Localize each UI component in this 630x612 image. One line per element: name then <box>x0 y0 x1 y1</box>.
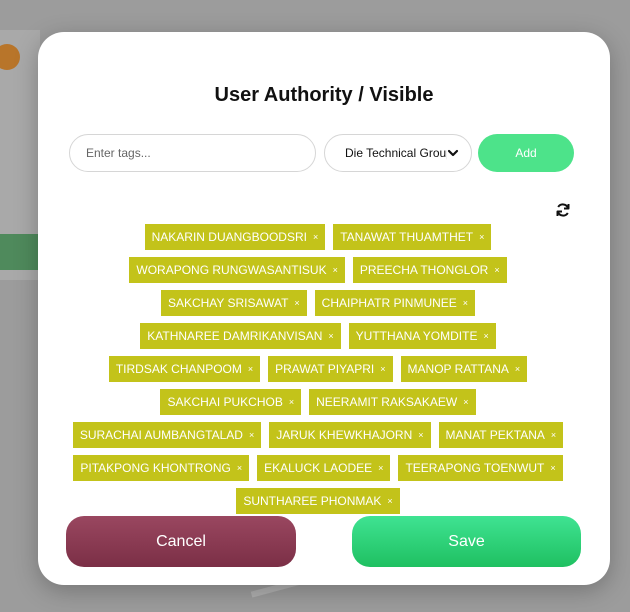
background-green-block <box>0 234 40 270</box>
tag-chip: WORAPONG RUNGWASANTISUK × <box>129 257 345 283</box>
close-icon[interactable]: × <box>378 463 383 473</box>
tag-chip: MANOP RATTANA × <box>400 356 528 382</box>
tag-chip: NEERAMIT RAKSAKAEW × <box>309 389 476 415</box>
chevron-down-icon <box>447 147 459 159</box>
cancel-button[interactable]: Cancel <box>66 516 296 567</box>
close-icon[interactable]: × <box>294 298 299 308</box>
tag-label: NEERAMIT RAKSAKAEW <box>316 395 458 409</box>
group-select[interactable]: Die Technical Group <box>324 134 472 172</box>
close-icon[interactable]: × <box>463 397 468 407</box>
tag-label: YUTTHANA YOMDITE <box>355 329 478 343</box>
tag-chip: SAKCHAY SRISAWAT × <box>160 290 307 316</box>
close-icon[interactable]: × <box>380 364 385 374</box>
tag-label: CHAIPHATR PINMUNEE <box>321 296 457 310</box>
close-icon[interactable]: × <box>483 331 488 341</box>
tag-label: NAKARIN DUANGBOODSRI <box>151 230 307 244</box>
tag-label: WORAPONG RUNGWASANTISUK <box>136 263 327 277</box>
tag-label: JARUK KHEWKHAJORN <box>276 428 413 442</box>
tag-chip: NAKARIN DUANGBOODSRI × <box>144 224 326 250</box>
tag-chip: PITAKPONG KHONTRONG × <box>73 455 250 481</box>
tag-chip: YUTTHANA YOMDITE × <box>348 323 496 349</box>
tag-label: PREECHA THONGLOR <box>359 263 489 277</box>
add-button[interactable]: Add <box>478 134 574 172</box>
tag-label: MANAT PEKTANA <box>445 428 545 442</box>
tag-label: SUNTHAREE PHONMAK <box>243 494 382 508</box>
close-icon[interactable]: × <box>479 232 484 242</box>
close-icon[interactable]: × <box>249 430 254 440</box>
tag-label: TIRDSAK CHANPOOM <box>115 362 242 376</box>
tag-chip: SURACHAI AUMBANGTALAD × <box>72 422 262 448</box>
close-icon[interactable]: × <box>313 232 318 242</box>
save-button[interactable]: Save <box>352 516 581 567</box>
tag-label: SURACHAI AUMBANGTALAD <box>79 428 243 442</box>
tag-chip: CHAIPHATR PINMUNEE × <box>314 290 476 316</box>
close-icon[interactable]: × <box>515 364 520 374</box>
tag-chip: JARUK KHEWKHAJORN × <box>269 422 431 448</box>
close-icon[interactable]: × <box>463 298 468 308</box>
refresh-icon[interactable] <box>555 202 571 218</box>
close-icon[interactable]: × <box>387 496 392 506</box>
tag-label: MANOP RATTANA <box>407 362 509 376</box>
tag-label: SAKCHAY SRISAWAT <box>167 296 289 310</box>
close-icon[interactable]: × <box>418 430 423 440</box>
tag-chip: EKALUCK LAODEE × <box>257 455 391 481</box>
tag-label: PRAWAT PIYAPRI <box>275 362 375 376</box>
close-icon[interactable]: × <box>237 463 242 473</box>
close-icon[interactable]: × <box>248 364 253 374</box>
tag-label: PITAKPONG KHONTRONG <box>80 461 231 475</box>
tag-list: NAKARIN DUANGBOODSRI × TANAWAT THUAMTHET × W… <box>68 224 568 517</box>
tag-label: EKALUCK LAODEE <box>264 461 373 475</box>
close-icon[interactable]: × <box>551 430 556 440</box>
close-icon[interactable]: × <box>550 463 555 473</box>
tag-chip: PRAWAT PIYAPRI × <box>268 356 393 382</box>
tag-chip: PREECHA THONGLOR × <box>352 257 507 283</box>
tag-input[interactable] <box>69 134 316 172</box>
tag-chip: MANAT PEKTANA × <box>438 422 564 448</box>
modal-title: User Authority / Visible <box>214 84 434 106</box>
close-icon[interactable]: × <box>494 265 499 275</box>
tag-label: KATHNAREE DAMRIKANVISAN <box>147 329 323 343</box>
close-icon[interactable]: × <box>333 265 338 275</box>
tag-label: SAKCHAI PUKCHOB <box>167 395 283 409</box>
tag-chip: SUNTHAREE PHONMAK × <box>236 488 400 514</box>
tag-label: TANAWAT THUAMTHET <box>340 230 474 244</box>
tag-chip: SAKCHAI PUKCHOB × <box>160 389 302 415</box>
close-icon[interactable]: × <box>289 397 294 407</box>
tag-chip: KATHNAREE DAMRIKANVISAN × <box>140 323 341 349</box>
group-select-value: Die Technical Group <box>345 146 447 160</box>
close-icon[interactable]: × <box>328 331 333 341</box>
tag-chip: TEERAPONG TOENWUT × <box>398 455 563 481</box>
tag-chip: TIRDSAK CHANPOOM × <box>108 356 261 382</box>
tag-label: TEERAPONG TOENWUT <box>405 461 545 475</box>
user-authority-modal: User Authority / Visible Die Technical G… <box>38 32 610 585</box>
tag-chip: TANAWAT THUAMTHET × <box>333 224 492 250</box>
